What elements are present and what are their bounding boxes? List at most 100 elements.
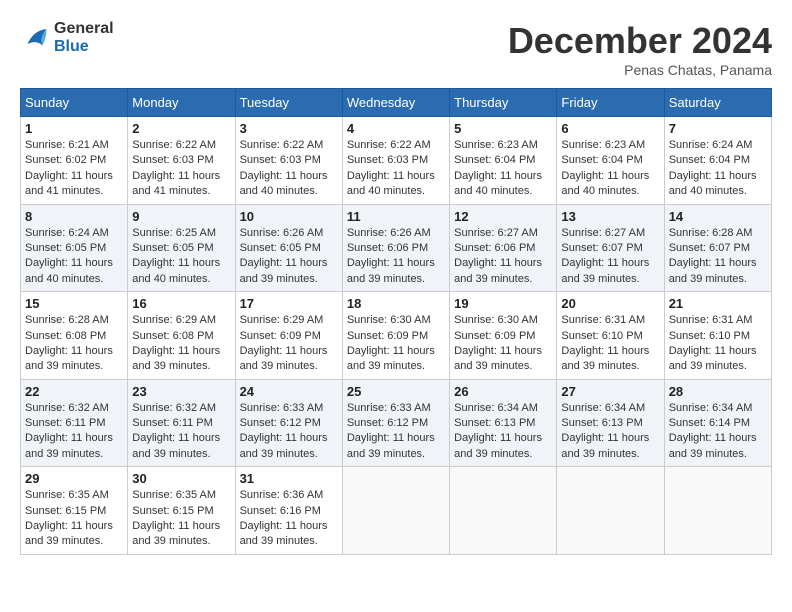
- calendar-day-cell: 2 Sunrise: 6:22 AM Sunset: 6:03 PM Dayli…: [128, 117, 235, 205]
- calendar-week-row: 29 Sunrise: 6:35 AM Sunset: 6:15 PM Dayl…: [21, 467, 772, 555]
- calendar-day-cell: 1 Sunrise: 6:21 AM Sunset: 6:02 PM Dayli…: [21, 117, 128, 205]
- calendar-day-cell: 4 Sunrise: 6:22 AM Sunset: 6:03 PM Dayli…: [342, 117, 449, 205]
- day-info: Sunrise: 6:32 AM Sunset: 6:11 PM Dayligh…: [132, 401, 230, 463]
- calendar-day-cell: 25 Sunrise: 6:33 AM Sunset: 6:12 PM Dayl…: [342, 379, 449, 467]
- day-info: Sunrise: 6:24 AM Sunset: 6:05 PM Dayligh…: [25, 226, 123, 288]
- day-info: Sunrise: 6:33 AM Sunset: 6:12 PM Dayligh…: [347, 401, 445, 463]
- day-number: 17: [240, 296, 338, 311]
- calendar-week-row: 1 Sunrise: 6:21 AM Sunset: 6:02 PM Dayli…: [21, 117, 772, 205]
- day-number: 19: [454, 296, 552, 311]
- calendar-day-cell: [557, 467, 664, 555]
- day-number: 27: [561, 384, 659, 399]
- calendar-day-cell: 8 Sunrise: 6:24 AM Sunset: 6:05 PM Dayli…: [21, 204, 128, 292]
- title-block: December 2024 Penas Chatas, Panama: [508, 20, 772, 78]
- day-info: Sunrise: 6:22 AM Sunset: 6:03 PM Dayligh…: [240, 138, 338, 200]
- calendar-day-cell: 22 Sunrise: 6:32 AM Sunset: 6:11 PM Dayl…: [21, 379, 128, 467]
- day-of-week-header: Monday: [128, 89, 235, 117]
- day-number: 2: [132, 121, 230, 136]
- day-info: Sunrise: 6:35 AM Sunset: 6:15 PM Dayligh…: [132, 488, 230, 550]
- calendar-day-cell: 31 Sunrise: 6:36 AM Sunset: 6:16 PM Dayl…: [235, 467, 342, 555]
- day-number: 30: [132, 471, 230, 486]
- day-number: 14: [669, 209, 767, 224]
- day-number: 21: [669, 296, 767, 311]
- day-number: 23: [132, 384, 230, 399]
- day-number: 8: [25, 209, 123, 224]
- calendar-day-cell: 3 Sunrise: 6:22 AM Sunset: 6:03 PM Dayli…: [235, 117, 342, 205]
- day-number: 26: [454, 384, 552, 399]
- day-of-week-header: Sunday: [21, 89, 128, 117]
- day-info: Sunrise: 6:34 AM Sunset: 6:14 PM Dayligh…: [669, 401, 767, 463]
- day-info: Sunrise: 6:22 AM Sunset: 6:03 PM Dayligh…: [347, 138, 445, 200]
- day-number: 20: [561, 296, 659, 311]
- calendar-day-cell: 6 Sunrise: 6:23 AM Sunset: 6:04 PM Dayli…: [557, 117, 664, 205]
- day-info: Sunrise: 6:26 AM Sunset: 6:06 PM Dayligh…: [347, 226, 445, 288]
- day-info: Sunrise: 6:31 AM Sunset: 6:10 PM Dayligh…: [669, 313, 767, 375]
- calendar-day-cell: 24 Sunrise: 6:33 AM Sunset: 6:12 PM Dayl…: [235, 379, 342, 467]
- calendar-day-cell: 14 Sunrise: 6:28 AM Sunset: 6:07 PM Dayl…: [664, 204, 771, 292]
- day-info: Sunrise: 6:23 AM Sunset: 6:04 PM Dayligh…: [454, 138, 552, 200]
- calendar-day-cell: 10 Sunrise: 6:26 AM Sunset: 6:05 PM Dayl…: [235, 204, 342, 292]
- day-info: Sunrise: 6:27 AM Sunset: 6:06 PM Dayligh…: [454, 226, 552, 288]
- day-info: Sunrise: 6:36 AM Sunset: 6:16 PM Dayligh…: [240, 488, 338, 550]
- calendar-week-row: 22 Sunrise: 6:32 AM Sunset: 6:11 PM Dayl…: [21, 379, 772, 467]
- logo-text: General Blue: [54, 20, 114, 56]
- day-of-week-header: Tuesday: [235, 89, 342, 117]
- day-number: 25: [347, 384, 445, 399]
- day-info: Sunrise: 6:31 AM Sunset: 6:10 PM Dayligh…: [561, 313, 659, 375]
- day-number: 6: [561, 121, 659, 136]
- day-info: Sunrise: 6:25 AM Sunset: 6:05 PM Dayligh…: [132, 226, 230, 288]
- day-info: Sunrise: 6:27 AM Sunset: 6:07 PM Dayligh…: [561, 226, 659, 288]
- day-info: Sunrise: 6:26 AM Sunset: 6:05 PM Dayligh…: [240, 226, 338, 288]
- day-info: Sunrise: 6:35 AM Sunset: 6:15 PM Dayligh…: [25, 488, 123, 550]
- calendar-day-cell: 15 Sunrise: 6:28 AM Sunset: 6:08 PM Dayl…: [21, 292, 128, 380]
- day-info: Sunrise: 6:33 AM Sunset: 6:12 PM Dayligh…: [240, 401, 338, 463]
- day-info: Sunrise: 6:28 AM Sunset: 6:08 PM Dayligh…: [25, 313, 123, 375]
- calendar-day-cell: 19 Sunrise: 6:30 AM Sunset: 6:09 PM Dayl…: [450, 292, 557, 380]
- day-info: Sunrise: 6:34 AM Sunset: 6:13 PM Dayligh…: [454, 401, 552, 463]
- calendar-day-cell: 17 Sunrise: 6:29 AM Sunset: 6:09 PM Dayl…: [235, 292, 342, 380]
- location: Penas Chatas, Panama: [508, 62, 772, 78]
- day-number: 15: [25, 296, 123, 311]
- calendar-day-cell: 13 Sunrise: 6:27 AM Sunset: 6:07 PM Dayl…: [557, 204, 664, 292]
- calendar-day-cell: 20 Sunrise: 6:31 AM Sunset: 6:10 PM Dayl…: [557, 292, 664, 380]
- day-of-week-header: Wednesday: [342, 89, 449, 117]
- calendar-day-cell: [342, 467, 449, 555]
- logo-icon: [20, 23, 50, 53]
- logo: General Blue: [20, 20, 114, 56]
- day-info: Sunrise: 6:29 AM Sunset: 6:09 PM Dayligh…: [240, 313, 338, 375]
- day-info: Sunrise: 6:22 AM Sunset: 6:03 PM Dayligh…: [132, 138, 230, 200]
- calendar-header-row: SundayMondayTuesdayWednesdayThursdayFrid…: [21, 89, 772, 117]
- calendar-day-cell: [664, 467, 771, 555]
- day-info: Sunrise: 6:23 AM Sunset: 6:04 PM Dayligh…: [561, 138, 659, 200]
- calendar-day-cell: 5 Sunrise: 6:23 AM Sunset: 6:04 PM Dayli…: [450, 117, 557, 205]
- day-number: 18: [347, 296, 445, 311]
- day-of-week-header: Thursday: [450, 89, 557, 117]
- day-info: Sunrise: 6:30 AM Sunset: 6:09 PM Dayligh…: [347, 313, 445, 375]
- calendar-day-cell: 28 Sunrise: 6:34 AM Sunset: 6:14 PM Dayl…: [664, 379, 771, 467]
- day-of-week-header: Saturday: [664, 89, 771, 117]
- day-info: Sunrise: 6:34 AM Sunset: 6:13 PM Dayligh…: [561, 401, 659, 463]
- calendar-day-cell: 21 Sunrise: 6:31 AM Sunset: 6:10 PM Dayl…: [664, 292, 771, 380]
- day-of-week-header: Friday: [557, 89, 664, 117]
- day-info: Sunrise: 6:29 AM Sunset: 6:08 PM Dayligh…: [132, 313, 230, 375]
- day-number: 9: [132, 209, 230, 224]
- calendar-table: SundayMondayTuesdayWednesdayThursdayFrid…: [20, 88, 772, 555]
- day-number: 7: [669, 121, 767, 136]
- calendar-day-cell: 11 Sunrise: 6:26 AM Sunset: 6:06 PM Dayl…: [342, 204, 449, 292]
- calendar-day-cell: 12 Sunrise: 6:27 AM Sunset: 6:06 PM Dayl…: [450, 204, 557, 292]
- calendar-day-cell: 18 Sunrise: 6:30 AM Sunset: 6:09 PM Dayl…: [342, 292, 449, 380]
- day-number: 24: [240, 384, 338, 399]
- day-number: 12: [454, 209, 552, 224]
- day-info: Sunrise: 6:24 AM Sunset: 6:04 PM Dayligh…: [669, 138, 767, 200]
- day-number: 11: [347, 209, 445, 224]
- calendar-day-cell: 7 Sunrise: 6:24 AM Sunset: 6:04 PM Dayli…: [664, 117, 771, 205]
- calendar-week-row: 8 Sunrise: 6:24 AM Sunset: 6:05 PM Dayli…: [21, 204, 772, 292]
- calendar-day-cell: 27 Sunrise: 6:34 AM Sunset: 6:13 PM Dayl…: [557, 379, 664, 467]
- day-info: Sunrise: 6:21 AM Sunset: 6:02 PM Dayligh…: [25, 138, 123, 200]
- day-number: 10: [240, 209, 338, 224]
- day-number: 1: [25, 121, 123, 136]
- day-number: 29: [25, 471, 123, 486]
- day-info: Sunrise: 6:30 AM Sunset: 6:09 PM Dayligh…: [454, 313, 552, 375]
- day-number: 28: [669, 384, 767, 399]
- calendar-week-row: 15 Sunrise: 6:28 AM Sunset: 6:08 PM Dayl…: [21, 292, 772, 380]
